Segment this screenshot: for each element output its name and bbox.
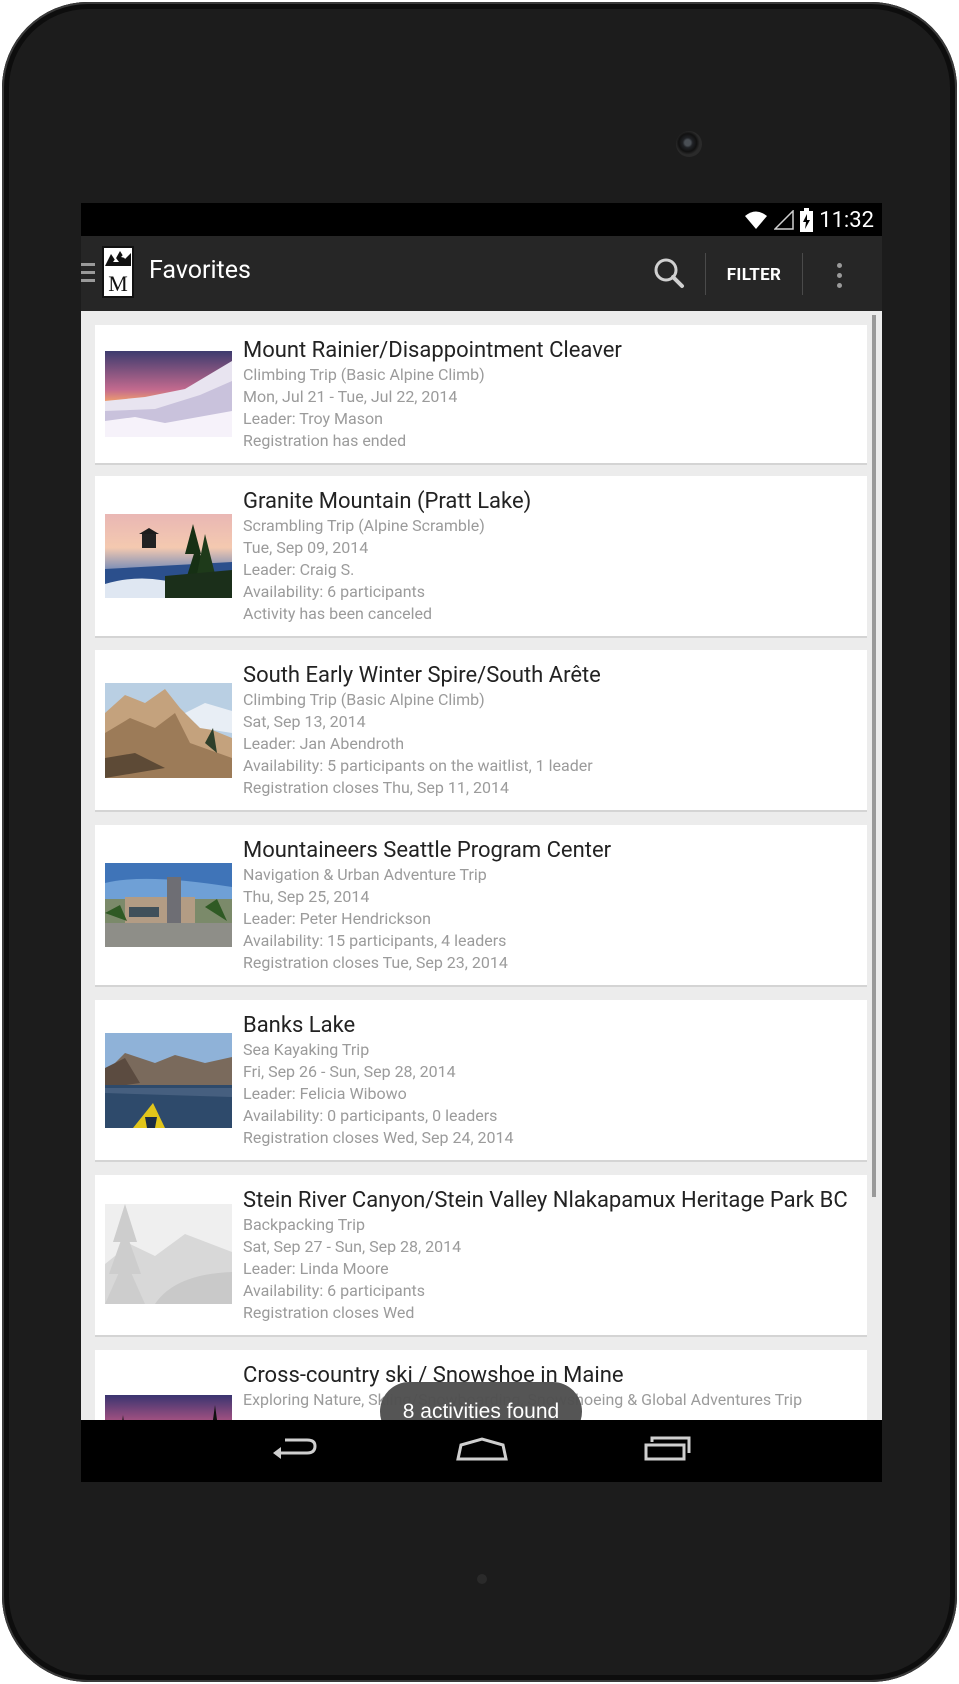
svg-text:M: M	[108, 271, 128, 296]
search-button[interactable]	[641, 246, 699, 304]
activity-date: Tue, Sep 09, 2014	[243, 538, 369, 557]
activity-card[interactable]: Stein River Canyon/Stein Valley Nlakapam…	[95, 1175, 867, 1337]
activity-card[interactable]: Granite Mountain (Pratt Lake) Scrambling…	[95, 476, 867, 638]
recent-apps-icon	[644, 1436, 691, 1461]
activity-status: Registration closes Wed, Sep 24, 2014	[243, 1128, 514, 1147]
activity-thumbnail	[105, 1033, 232, 1128]
activity-title: Granite Mountain (Pratt Lake)	[243, 489, 532, 514]
recent-apps-button[interactable]	[621, 1426, 711, 1476]
signal-icon	[774, 210, 794, 230]
activity-thumbnail	[105, 1395, 232, 1420]
activity-title: Banks Lake	[243, 1013, 356, 1038]
status-time: 11:32	[819, 207, 874, 233]
activity-type: Navigation & Urban Adventure Trip	[243, 865, 487, 884]
activity-date: Mon, Jul 21 - Tue, Jul 22, 2014	[243, 387, 458, 406]
activity-leader: Leader: Felicia Wibowo	[243, 1084, 407, 1103]
activity-title: Mount Rainier/Disappointment Cleaver	[243, 338, 622, 363]
status-bar: 11:32	[81, 203, 882, 236]
activity-status: Registration closes Tue, Sep 23, 2014	[243, 953, 508, 972]
activity-card[interactable]: Mountaineers Seattle Program Center Navi…	[95, 825, 867, 987]
activity-availability: Availability: 0 participants, 0 leaders	[243, 1106, 498, 1125]
notification-light	[477, 1574, 487, 1584]
navigation-bar	[81, 1420, 882, 1482]
activity-title: Stein River Canyon/Stein Valley Nlakapam…	[243, 1188, 848, 1213]
activity-leader: Leader: Jan Abendroth	[243, 734, 405, 753]
tablet-device-frame: 11:32 M Favorites FILTER Mount Rainier/D…	[2, 2, 957, 1682]
activity-thumbnail	[105, 351, 232, 437]
activity-availability: Availability: 15 participants, 4 leaders	[243, 931, 507, 950]
activity-card[interactable]: South Early Winter Spire/South Arête Cli…	[95, 650, 867, 812]
activity-thumbnail	[105, 1204, 232, 1304]
activity-type: Sea Kayaking Trip	[243, 1040, 370, 1059]
activity-availability: Availability: 5 participants on the wait…	[243, 756, 593, 775]
activity-title: South Early Winter Spire/South Arête	[243, 663, 601, 688]
activity-thumbnail	[105, 514, 232, 598]
activity-status: Registration has ended	[243, 431, 407, 450]
back-button[interactable]	[249, 1426, 339, 1476]
home-icon	[456, 1437, 508, 1461]
home-button[interactable]	[437, 1426, 527, 1476]
page-title: Favorites	[149, 256, 251, 285]
toast-message: 8 activities found	[380, 1382, 582, 1420]
app-logo[interactable]: M	[102, 246, 134, 298]
activity-list[interactable]: Mount Rainier/Disappointment Cleaver Cli…	[81, 311, 882, 1420]
activity-leader: Leader: Troy Mason	[243, 409, 383, 428]
activity-date: Sat, Sep 27 - Sun, Sep 28, 2014	[243, 1237, 462, 1256]
scrollbar[interactable]	[872, 315, 876, 1197]
activity-date: Sat, Sep 13, 2014	[243, 712, 366, 731]
activity-leader: Leader: Craig S.	[243, 560, 355, 579]
wifi-icon	[745, 211, 768, 229]
activity-type: Scrambling Trip (Alpine Scramble)	[243, 516, 485, 535]
activity-leader: Leader: Linda Moore	[243, 1259, 389, 1278]
activity-date: Fri, Sep 26 - Sun, Sep 28, 2014	[243, 1062, 456, 1081]
activity-title: Mountaineers Seattle Program Center	[243, 838, 612, 863]
action-bar: M Favorites FILTER	[81, 236, 882, 314]
search-icon	[654, 258, 684, 288]
activity-thumbnail	[105, 863, 232, 947]
back-icon	[273, 1438, 317, 1459]
activity-card[interactable]: Banks Lake Sea Kayaking Trip Fri, Sep 26…	[95, 1000, 867, 1162]
activity-availability: Availability: 6 participants	[243, 582, 426, 601]
activity-type: Climbing Trip (Basic Alpine Climb)	[243, 365, 485, 384]
overflow-menu-icon[interactable]	[808, 246, 870, 304]
activity-availability: Availability: 6 participants	[243, 1281, 426, 1300]
activity-type: Backpacking Trip	[243, 1215, 365, 1234]
screen: 11:32 M Favorites FILTER Mount Rainier/D…	[81, 203, 882, 1482]
drawer-icon[interactable]	[81, 258, 95, 290]
activity-status: Activity has been canceled	[243, 604, 433, 623]
action-divider	[705, 253, 706, 295]
activity-card[interactable]: Mount Rainier/Disappointment Cleaver Cli…	[95, 325, 867, 465]
activity-type: Climbing Trip (Basic Alpine Climb)	[243, 690, 485, 709]
filter-button[interactable]: FILTER	[713, 246, 795, 304]
battery-charging-icon	[800, 208, 814, 232]
activity-thumbnail	[105, 683, 232, 778]
action-divider	[802, 253, 803, 295]
activity-leader: Leader: Peter Hendrickson	[243, 909, 431, 928]
activity-status: Registration closes Thu, Sep 11, 2014	[243, 778, 509, 797]
activity-status: Registration closes Wed	[243, 1303, 415, 1322]
activity-date: Thu, Sep 25, 2014	[243, 887, 370, 906]
front-camera	[676, 131, 702, 157]
